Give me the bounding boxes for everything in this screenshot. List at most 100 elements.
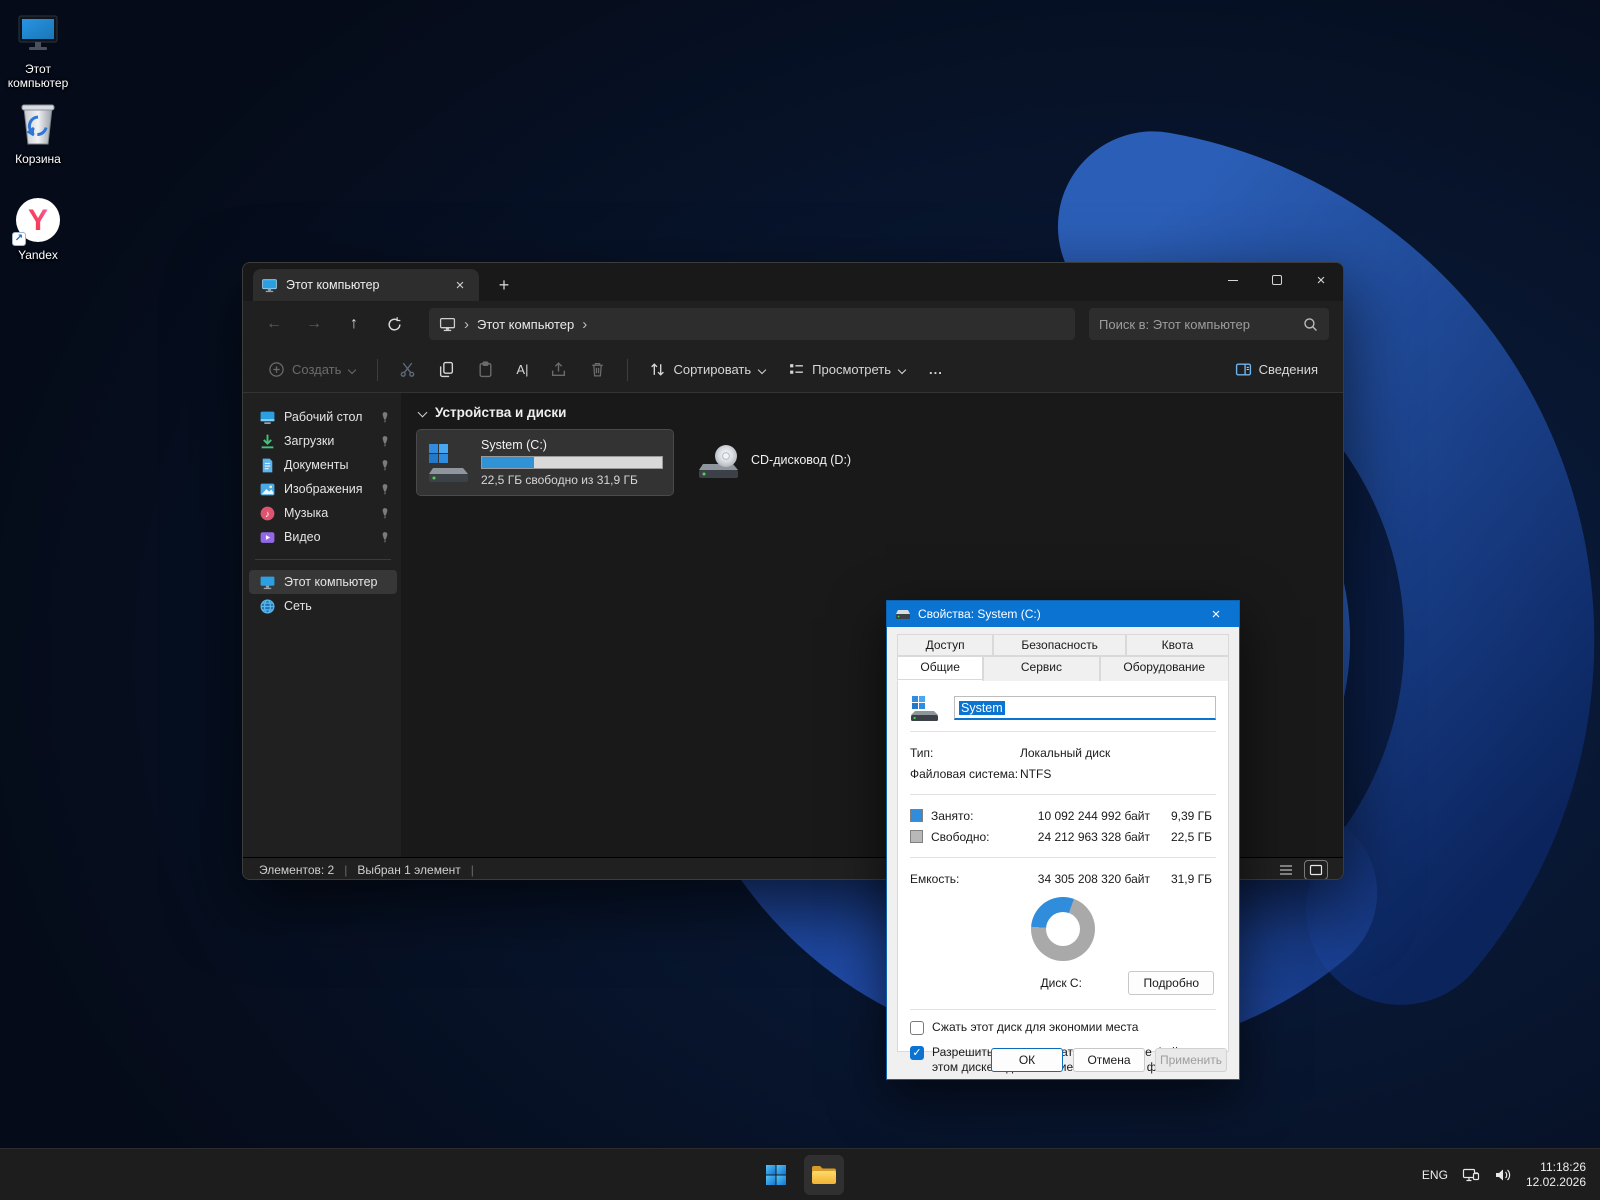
tab-quota[interactable]: Квота: [1126, 634, 1229, 656]
desktop-icon-recycle-bin[interactable]: Корзина: [0, 100, 76, 166]
windows-logo-icon: [764, 1163, 788, 1187]
desktop-icon-yandex[interactable]: Y ↗ Yandex: [0, 196, 76, 262]
disk-usage-donut: [1031, 897, 1095, 961]
selected-text: System: [959, 701, 1005, 715]
explorer-tabstrip[interactable]: Этот компьютер × + ×: [243, 263, 1343, 301]
drive-c-tile[interactable]: System (C:) 22,5 ГБ свободно из 31,9 ГБ: [417, 430, 673, 495]
cd-drive-icon: [697, 444, 741, 480]
sidebar-item-pictures[interactable]: Изображения: [249, 477, 397, 501]
pin-icon: [379, 459, 391, 471]
details-pane-button[interactable]: Сведения: [1226, 355, 1327, 384]
delete-button[interactable]: [580, 355, 615, 384]
maximize-button[interactable]: [1255, 263, 1299, 297]
dialog-title: Свойства: System (C:): [918, 607, 1194, 621]
breadcrumb-item[interactable]: Этот компьютер: [477, 317, 574, 332]
section-devices-and-drives[interactable]: Устройства и диски: [417, 405, 1327, 420]
thumbnail-view-icon: [1309, 864, 1323, 876]
sort-button[interactable]: Сортировать: [640, 355, 775, 384]
tab-general[interactable]: Общие: [897, 656, 983, 681]
type-label: Тип:: [910, 746, 1020, 760]
sidebar-separator: [255, 559, 391, 560]
cancel-button[interactable]: Отмена: [1073, 1048, 1145, 1072]
drive-d-tile[interactable]: CD-дисковод (D:): [687, 436, 861, 488]
capacity-bytes: 34 305 208 320 байт: [1020, 872, 1150, 886]
create-button[interactable]: Создать: [259, 355, 365, 384]
desktop-icon-label: Yandex: [0, 248, 76, 262]
recycle-bin-icon: [14, 100, 62, 148]
pin-icon: [379, 507, 391, 519]
sidebar-item-documents[interactable]: Документы: [249, 453, 397, 477]
view-button[interactable]: Просмотреть: [779, 355, 915, 384]
chevron-right-icon[interactable]: ›: [582, 316, 587, 333]
sidebar-item-downloads[interactable]: Загрузки: [249, 429, 397, 453]
taskbar-file-explorer[interactable]: [804, 1155, 844, 1195]
sidebar-item-music[interactable]: ♪ Музыка: [249, 501, 397, 525]
shortcut-arrow-icon: ↗: [12, 232, 26, 246]
back-icon[interactable]: ←: [257, 308, 291, 340]
sidebar-item-network[interactable]: Сеть: [249, 594, 397, 618]
minimize-button[interactable]: [1211, 263, 1255, 297]
new-tab-button[interactable]: +: [493, 274, 515, 296]
close-button[interactable]: ×: [1299, 263, 1343, 297]
taskbar: ENG 11:18:26 12.02.2026: [0, 1148, 1600, 1200]
tab-hardware[interactable]: Оборудование: [1100, 656, 1229, 681]
list-view-toggle[interactable]: [1275, 861, 1297, 879]
monitor-icon: [439, 316, 456, 333]
hard-drive-icon: [427, 442, 471, 484]
search-input[interactable]: Поиск в: Этот компьютер: [1089, 308, 1329, 340]
status-divider: |: [344, 863, 347, 877]
free-bytes: 24 212 963 328 байт: [1020, 830, 1150, 844]
disk-label: Диск C:: [910, 976, 1128, 990]
compress-checkbox[interactable]: ✓: [910, 1021, 924, 1035]
rename-icon: A|: [516, 362, 528, 377]
more-options-icon[interactable]: ...: [919, 356, 953, 383]
music-icon: ♪: [259, 505, 276, 522]
tab-close-icon[interactable]: ×: [449, 274, 471, 296]
tab-security[interactable]: Безопасность: [993, 634, 1126, 656]
filesystem-value: NTFS: [1020, 767, 1216, 781]
breadcrumb[interactable]: › Этот компьютер ›: [429, 308, 1075, 340]
explorer-tab[interactable]: Этот компьютер ×: [253, 269, 479, 301]
monitor-icon: [261, 277, 278, 294]
desktop-icon-label: Этот компьютер: [0, 62, 76, 90]
drive-usage-bar: [481, 456, 663, 469]
sidebar-item-videos[interactable]: Видео: [249, 525, 397, 549]
rename-button[interactable]: A|: [507, 356, 537, 383]
this-pc-icon: [259, 574, 276, 591]
used-space-row: Занято: 10 092 244 992 байт 9,39 ГБ: [910, 805, 1216, 826]
compress-checkbox-row[interactable]: ✓ Сжать этот диск для экономии места: [910, 1020, 1216, 1035]
refresh-icon[interactable]: [377, 308, 411, 340]
volume-name-input[interactable]: System: [954, 696, 1216, 720]
details-button[interactable]: Подробно: [1128, 971, 1214, 995]
folder-icon: [811, 1164, 837, 1186]
copy-button[interactable]: [429, 355, 464, 384]
trash-icon: [589, 361, 606, 378]
paste-button[interactable]: [468, 355, 503, 384]
dialog-titlebar[interactable]: Свойства: System (C:) ×: [887, 601, 1239, 627]
explorer-sidebar: Рабочий стол Загрузки Докум: [243, 393, 401, 857]
cut-button[interactable]: [390, 355, 425, 384]
sidebar-item-desktop[interactable]: Рабочий стол: [249, 405, 397, 429]
pictures-icon: [259, 481, 276, 498]
dialog-close-icon[interactable]: ×: [1201, 606, 1231, 623]
tab-tools[interactable]: Сервис: [983, 656, 1099, 681]
sidebar-item-this-pc[interactable]: Этот компьютер: [249, 570, 397, 594]
tab-access[interactable]: Доступ: [897, 634, 993, 656]
up-icon[interactable]: ↑: [337, 308, 371, 340]
apply-button[interactable]: Применить: [1155, 1048, 1227, 1072]
capacity-row: Емкость: 34 305 208 320 байт 31,9 ГБ: [910, 868, 1216, 889]
svg-text:♪: ♪: [265, 509, 270, 520]
drive-icon: [895, 608, 911, 621]
start-button[interactable]: [756, 1155, 796, 1195]
search-icon[interactable]: [1302, 316, 1319, 333]
chevron-down-icon[interactable]: [417, 408, 427, 418]
properties-dialog: Свойства: System (C:) × Доступ Безопасно…: [886, 600, 1240, 1080]
ok-button[interactable]: ОК: [991, 1048, 1063, 1072]
desktop-icon-this-pc[interactable]: Этот компьютер: [0, 10, 76, 90]
thumbnail-view-toggle[interactable]: [1305, 861, 1327, 879]
forward-icon[interactable]: →: [297, 308, 331, 340]
explorer-navbar: ← → ↑ › Этот компьютер › Поиск в: Этот к…: [243, 301, 1343, 347]
share-button[interactable]: [541, 355, 576, 384]
downloads-icon: [259, 433, 276, 450]
plus-circle-icon: [268, 361, 285, 378]
